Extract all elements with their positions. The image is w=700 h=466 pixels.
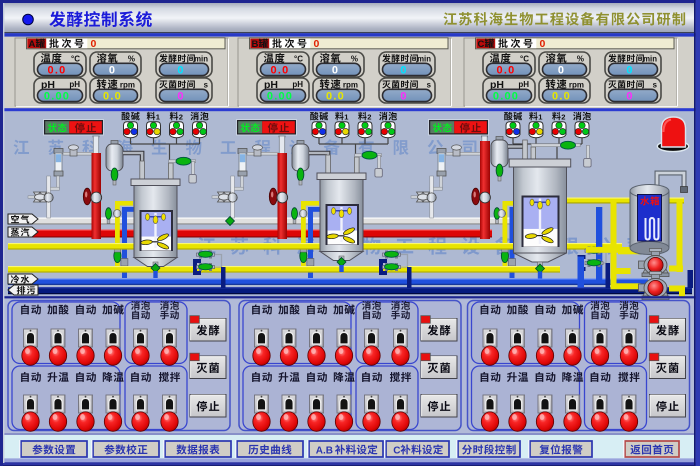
svg-text:0.0: 0.0 <box>326 90 345 102</box>
svg-text:0: 0 <box>400 64 407 76</box>
svg-text:2: 2 <box>179 112 183 121</box>
svg-text:0.0: 0.0 <box>271 64 290 76</box>
svg-text:0: 0 <box>400 90 407 102</box>
svg-text:0: 0 <box>626 64 633 76</box>
svg-text:rpm: rpm <box>120 80 135 89</box>
svg-text:pH: pH <box>518 80 529 89</box>
svg-text:0: 0 <box>109 64 116 76</box>
svg-text:0: 0 <box>332 64 339 76</box>
svg-text:°C: °C <box>71 54 80 63</box>
svg-text:C: C <box>478 39 485 50</box>
svg-text:2: 2 <box>561 112 565 121</box>
svg-text:rpm: rpm <box>343 80 358 89</box>
svg-text:min: min <box>194 54 208 63</box>
svg-text:0.0: 0.0 <box>103 90 122 102</box>
svg-text:0: 0 <box>314 38 320 50</box>
svg-text:min: min <box>417 54 431 63</box>
svg-text:rpm: rpm <box>569 80 584 89</box>
svg-text:2: 2 <box>367 112 371 121</box>
svg-text:pH: pH <box>292 80 303 89</box>
svg-text:C: C <box>393 446 400 457</box>
svg-text:0.0: 0.0 <box>48 64 67 76</box>
svg-text:°C: °C <box>520 54 529 63</box>
svg-text:0: 0 <box>177 64 184 76</box>
svg-text:0: 0 <box>177 90 184 102</box>
svg-text:pH: pH <box>69 80 80 89</box>
svg-text:%: % <box>128 54 135 63</box>
svg-text:%: % <box>351 54 358 63</box>
svg-text:°C: °C <box>294 54 303 63</box>
svg-text:%: % <box>577 54 584 63</box>
svg-text:0.00: 0.00 <box>44 90 70 102</box>
svg-text:B: B <box>252 39 259 50</box>
svg-text:0.0: 0.0 <box>497 64 516 76</box>
svg-text:0: 0 <box>91 38 97 50</box>
svg-text:0: 0 <box>626 90 633 102</box>
svg-text:0: 0 <box>558 64 565 76</box>
svg-text:s: s <box>653 80 658 89</box>
svg-text:0.00: 0.00 <box>267 90 293 102</box>
svg-text:A: A <box>29 39 36 50</box>
svg-text:A.B: A.B <box>316 446 333 457</box>
svg-text:0: 0 <box>540 38 546 50</box>
svg-text:s: s <box>427 80 432 89</box>
svg-text:0.00: 0.00 <box>493 90 519 102</box>
svg-text:s: s <box>204 80 209 89</box>
svg-text:min: min <box>643 54 657 63</box>
svg-text:0.0: 0.0 <box>552 90 571 102</box>
